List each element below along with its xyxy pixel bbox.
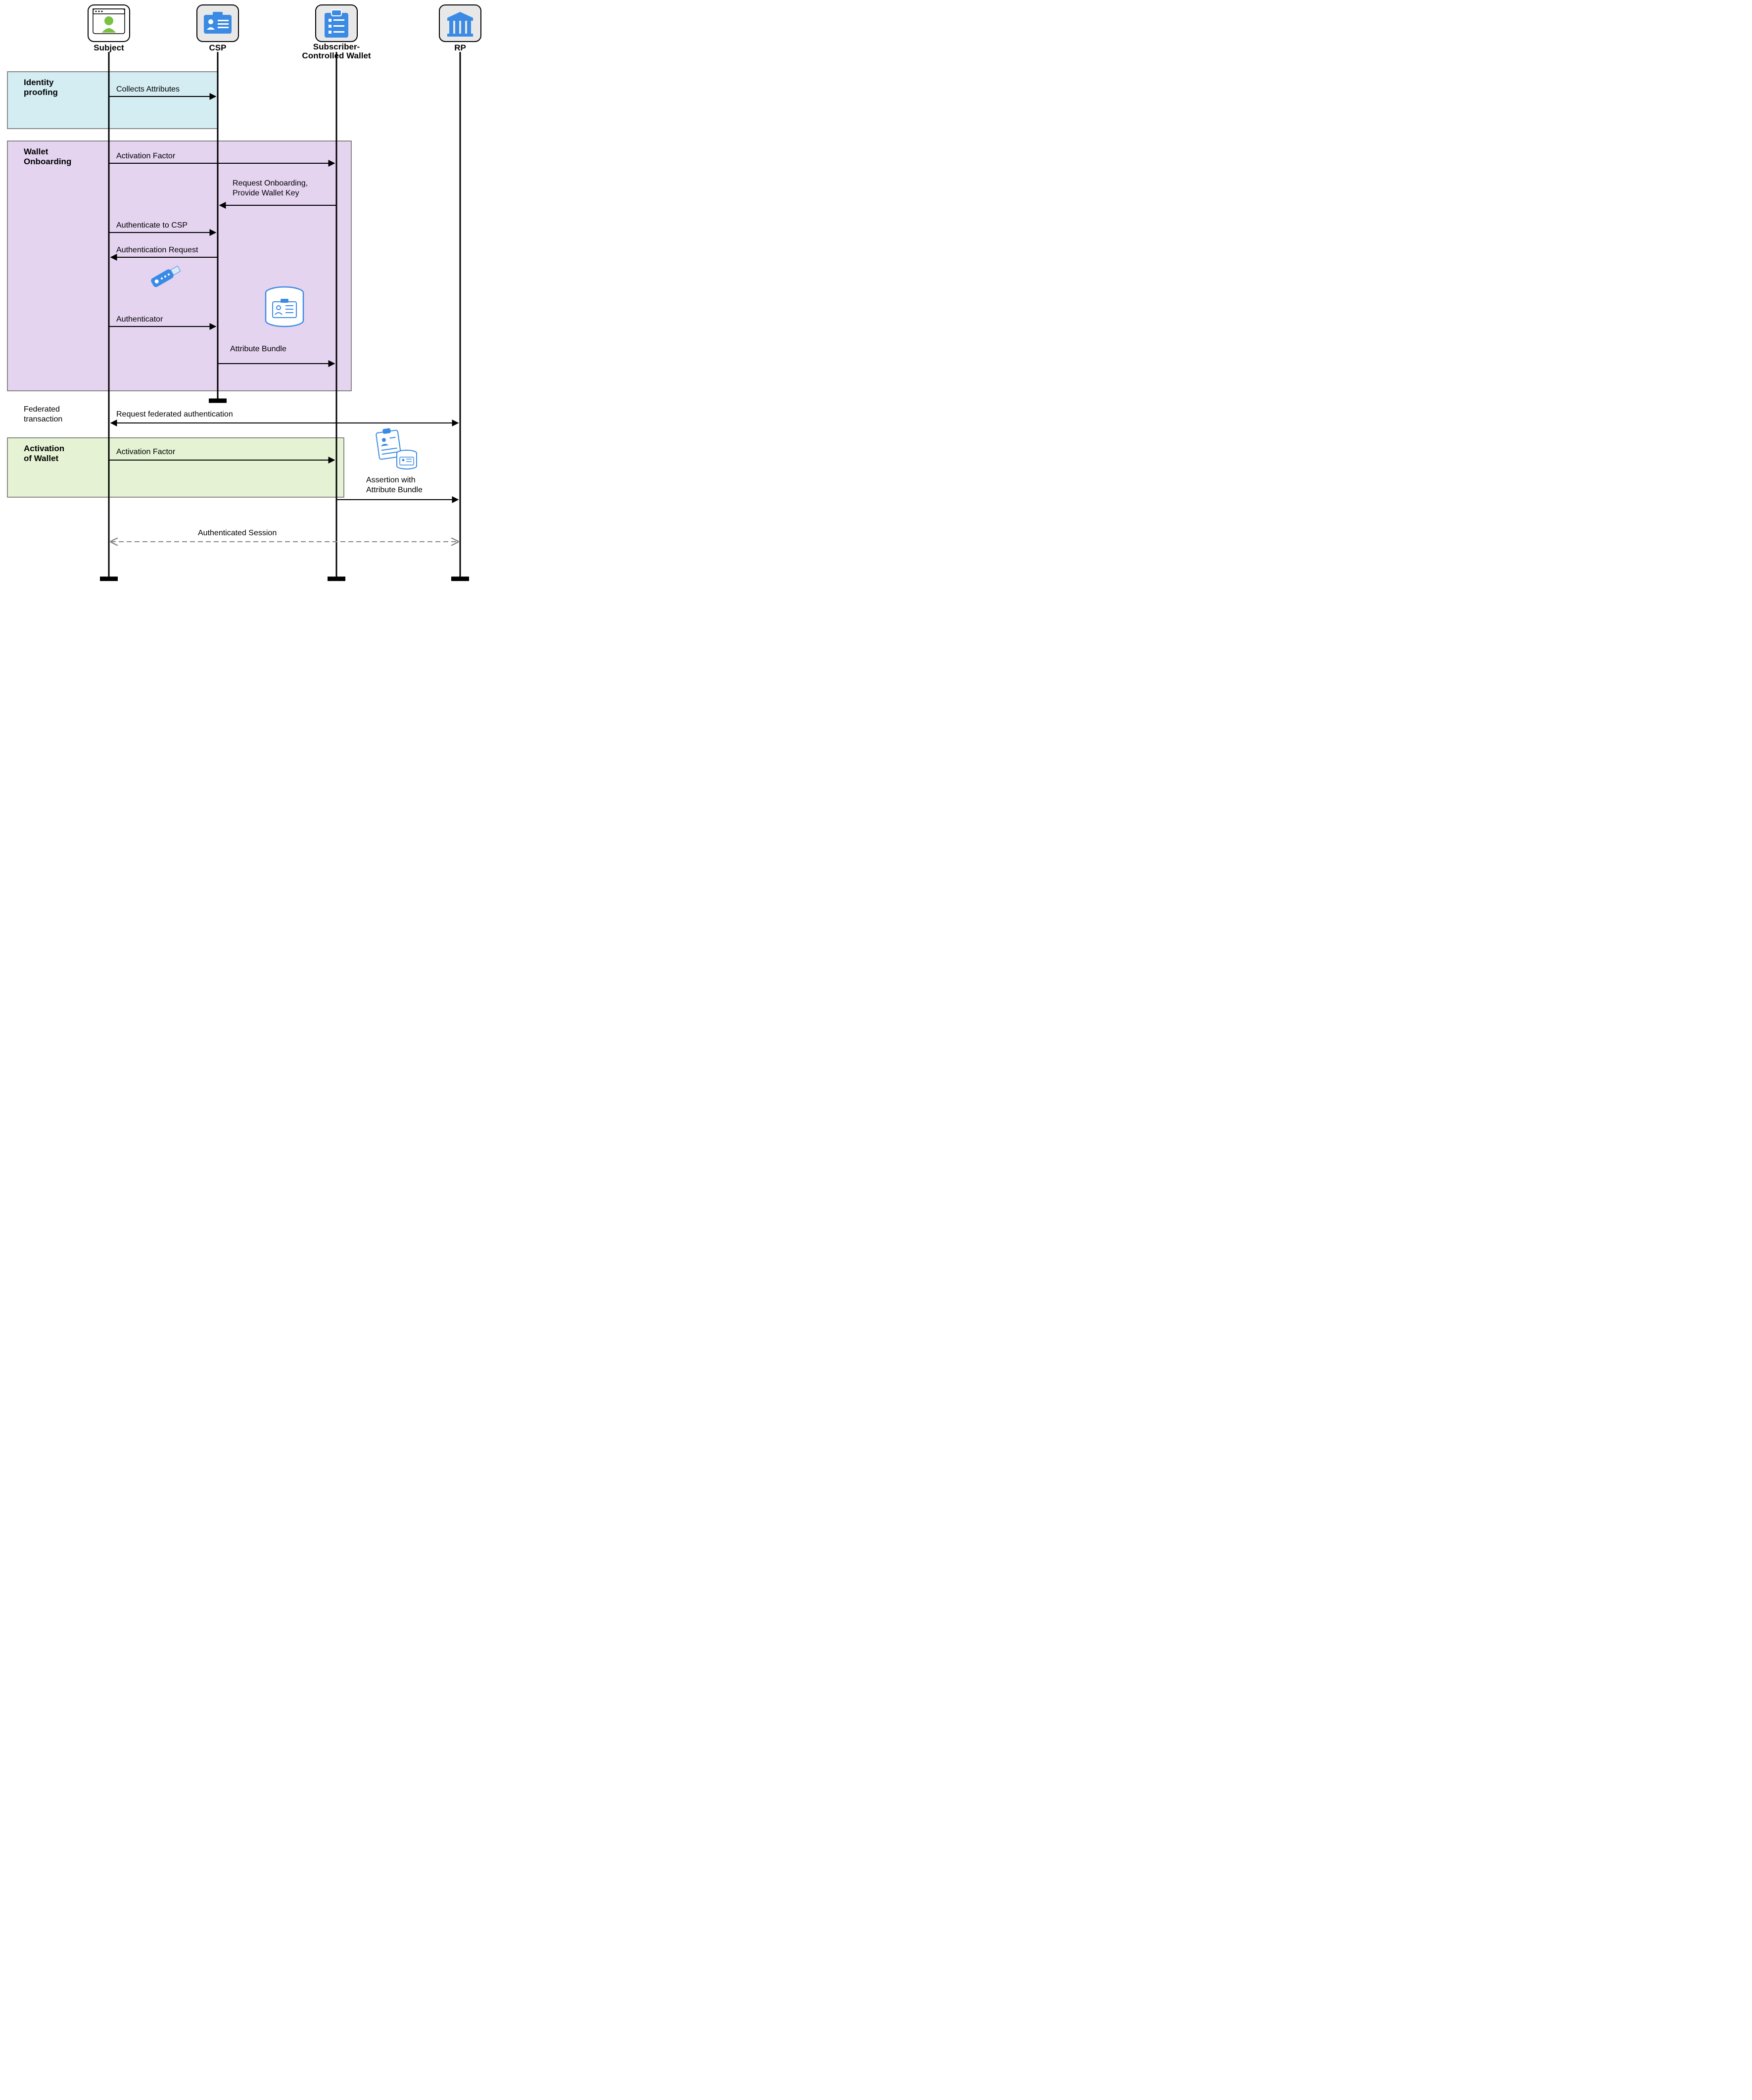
msg-authenticator: Authenticator	[116, 315, 163, 324]
msg-request-federated-auth: Request federated authentication	[116, 410, 233, 419]
msg-activation-factor: Activation Factor	[116, 152, 176, 160]
phase-federated-label-1: Federated	[24, 405, 60, 414]
person-head-icon	[104, 16, 113, 25]
phase-activation-label-2: of Wallet	[24, 454, 59, 463]
actor-subject: Subject	[88, 5, 130, 52]
actor-rp-label: RP	[454, 43, 466, 52]
actor-csp-label: CSP	[209, 43, 227, 52]
id-card-icon	[204, 12, 232, 34]
msg-authenticate-to-csp: Authenticate to CSP	[116, 221, 188, 230]
msg-collects-attributes: Collects Attributes	[116, 85, 180, 93]
attribute-bundle-icon	[266, 287, 303, 327]
phase-wallet-onboarding-label-2: Onboarding	[24, 157, 71, 166]
msg-activation-factor2: Activation Factor	[116, 448, 176, 456]
actor-csp: CSP	[197, 5, 238, 52]
phase-identity-proofing-label-1: Identity	[24, 78, 54, 87]
phase-activation-label-1: Activation	[24, 444, 64, 453]
msg-authenticated-session: Authenticated Session	[198, 529, 277, 537]
clipboard-icon	[325, 10, 348, 38]
msg-authentication-request: Authentication Request	[116, 246, 198, 254]
actor-rp: RP	[439, 5, 481, 52]
phase-wallet-onboarding-label-1: Wallet	[24, 147, 48, 156]
msg-assertion-1: Assertion with	[366, 476, 416, 484]
sequence-diagram: Subject CSP Subscriber- Controlled Walle…	[0, 0, 505, 604]
actor-wallet-label-2: Controlled Wallet	[302, 51, 371, 60]
actor-wallet: Subscriber- Controlled Wallet	[302, 5, 371, 60]
assertion-cylinder-icon	[397, 450, 417, 469]
phase-identity-proofing-label-2: proofing	[24, 88, 58, 97]
phase-wallet-onboarding	[7, 141, 351, 391]
msg-attribute-bundle: Attribute Bundle	[230, 345, 286, 353]
actor-wallet-label-1: Subscriber-	[313, 42, 360, 51]
msg-assertion-2: Attribute Bundle	[366, 486, 423, 494]
phase-federated-label-2: transaction	[24, 415, 62, 423]
msg-request-onboarding-2: Provide Wallet Key	[233, 189, 299, 197]
actor-subject-label: Subject	[94, 43, 124, 52]
msg-request-onboarding-1: Request Onboarding,	[233, 179, 308, 187]
